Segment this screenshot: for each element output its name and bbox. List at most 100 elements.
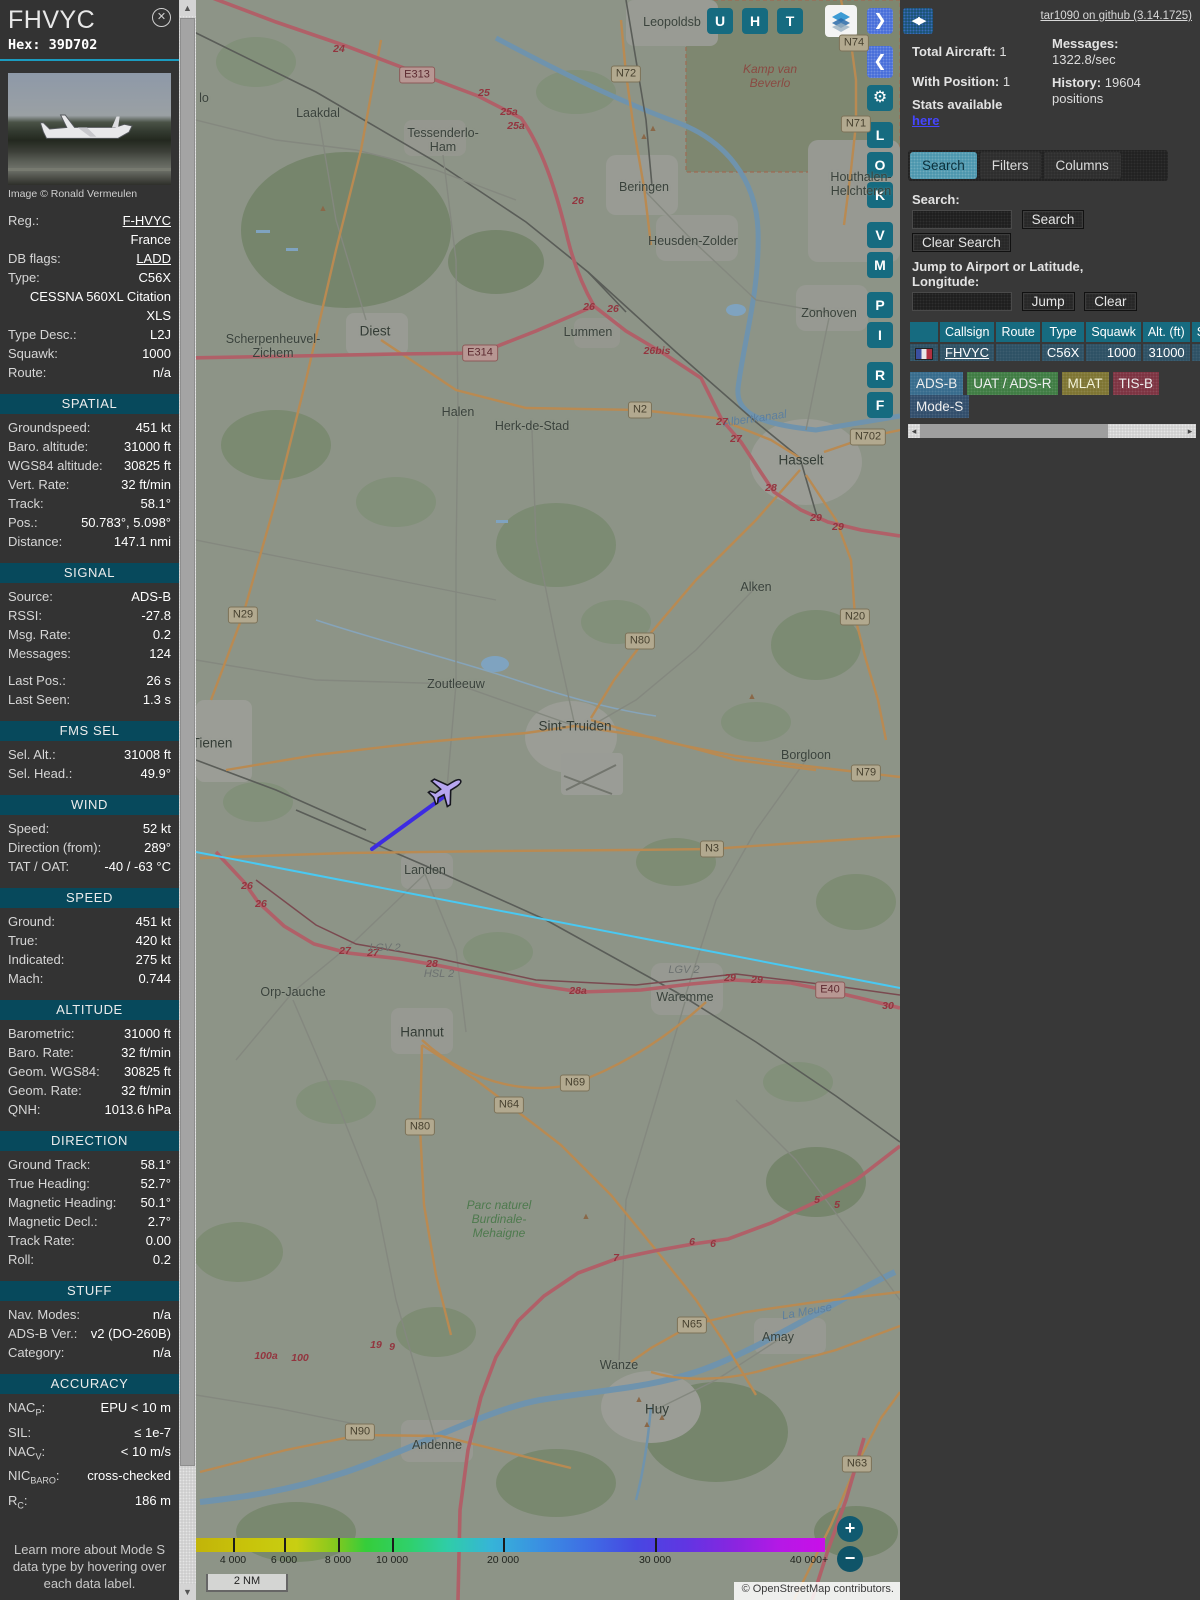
map-button-I[interactable]: I <box>867 322 893 348</box>
data-value: 31008 ft <box>124 747 171 762</box>
data-value: cross-checked <box>87 1468 171 1484</box>
data-row: Source: ADS-B <box>8 587 171 606</box>
column-header-flag[interactable] <box>910 322 938 342</box>
legend-tick <box>338 1538 340 1552</box>
data-label: NACP: <box>8 1400 46 1418</box>
filter-chip-tisb[interactable]: TIS-B <box>1112 372 1160 395</box>
data-row: Track: 58.1° <box>8 494 171 513</box>
aircraft-photo[interactable] <box>8 73 171 185</box>
stats-here-link[interactable]: here <box>912 113 939 128</box>
map-button-L[interactable]: L <box>867 122 893 148</box>
data-value: 58.1° <box>140 1157 171 1172</box>
map-button-K[interactable]: K <box>867 182 893 208</box>
hscroll-thumb[interactable] <box>920 424 1108 438</box>
data-label: NACV: <box>8 1443 46 1462</box>
total-aircraft: Total Aircraft: 1 <box>912 44 1007 59</box>
data-label: Indicated: <box>8 952 65 967</box>
data-row: Last Seen: 1.3 s <box>8 690 171 709</box>
data-row: NACP: EPU < 10 m <box>8 1398 171 1423</box>
column-header-Type[interactable]: Type <box>1041 322 1085 342</box>
data-label: Pos.: <box>8 515 38 530</box>
map-button-V[interactable]: V <box>867 222 893 248</box>
data-label: Geom. Rate: <box>8 1083 82 1098</box>
zoom-out-button[interactable]: − <box>837 1546 863 1572</box>
stats-available: Stats available here <box>912 97 1003 128</box>
section-header-signal: SIGNAL <box>0 563 179 583</box>
close-icon[interactable]: ✕ <box>152 8 171 27</box>
filter-chip-uat[interactable]: UAT / ADS-R <box>967 372 1058 395</box>
map-button-U[interactable]: U <box>707 8 733 34</box>
data-label: True: <box>8 933 38 948</box>
tab-filters[interactable]: Filters <box>979 152 1041 179</box>
data-value-link[interactable]: F-HVYC <box>45 211 171 230</box>
data-label: Last Seen: <box>8 692 71 707</box>
data-label: RC: <box>8 1492 28 1511</box>
sidebar-scrollbar[interactable]: ▲ ▼ <box>179 0 196 1600</box>
gear-icon[interactable]: ⚙ <box>867 85 893 111</box>
map-button-O[interactable]: O <box>867 152 893 178</box>
zoom-in-button[interactable]: + <box>837 1516 863 1542</box>
scroll-up-icon[interactable]: ▲ <box>179 0 196 16</box>
column-header-Route[interactable]: Route <box>996 322 1040 342</box>
tab-columns[interactable]: Columns <box>1043 152 1121 179</box>
column-header-Callsign[interactable]: Callsign <box>940 322 995 342</box>
osm-attribution[interactable]: © OpenStreetMap contributors. <box>733 1582 900 1600</box>
jump-input[interactable] <box>912 292 1012 311</box>
column-header-Alt. (ft)[interactable]: Alt. (ft) <box>1142 322 1190 342</box>
data-label: NICBARO: <box>8 1468 60 1486</box>
callsign-cell[interactable]: FHVYC <box>940 344 995 361</box>
panel-width-toggle-icon[interactable]: ◀▶ <box>903 8 933 34</box>
search-input[interactable] <box>912 210 1012 229</box>
filter-chip-modes[interactable]: Mode-S <box>910 395 970 418</box>
map-button-T[interactable]: T <box>777 8 803 34</box>
table-horizontal-scrollbar[interactable]: ◂ ▸ <box>908 424 1196 438</box>
data-row: WGS84 altitude: 30825 ft <box>8 456 171 475</box>
map-button-R[interactable]: R <box>867 362 893 388</box>
expand-panel-icon[interactable]: ❯ <box>867 8 893 34</box>
data-value: 58.1° <box>140 496 171 511</box>
data-value: 0.2 <box>152 1252 171 1267</box>
collapse-sidebar-icon[interactable]: ❮ <box>867 46 893 78</box>
data-label: ADS-B Ver.: <box>8 1326 78 1341</box>
section-header-stuff: STUFF <box>0 1281 179 1301</box>
map-canvas[interactable]: UHT ❯ ❮ ⚙ LOKVMPIRF + − Leopoldsb lo Kamp … <box>196 0 900 1600</box>
data-value: 50.1° <box>140 1195 171 1210</box>
table-row[interactable]: FHVYC C56X 1000 31000 <box>910 344 1200 361</box>
map-button-F[interactable]: F <box>867 392 893 418</box>
search-button[interactable]: Search <box>1021 210 1085 229</box>
data-label: Magnetic Heading: <box>8 1195 117 1210</box>
data-label: Magnetic Decl.: <box>8 1214 98 1229</box>
scroll-down-icon[interactable]: ▼ <box>179 1584 196 1600</box>
sidebar-scrollbar-thumb[interactable] <box>180 18 195 1466</box>
history-positions: History: 19604 positions <box>1052 75 1141 106</box>
data-value: 31000 ft <box>124 439 171 454</box>
jump-clear-button[interactable]: Clear <box>1084 292 1137 311</box>
data-label: Sel. Alt.: <box>8 747 56 762</box>
filter-chip-adsb[interactable]: ADS-B <box>910 372 964 395</box>
scroll-left-icon[interactable]: ◂ <box>908 424 920 438</box>
data-value-link[interactable]: LADD <box>67 249 171 268</box>
map-button-H[interactable]: H <box>742 8 768 34</box>
github-link[interactable]: tar1090 on github (3.14.1725) <box>1040 10 1192 22</box>
search-area: Search: Search Clear Search Jump to Airp… <box>912 192 1192 311</box>
data-row: SIL: ≤ 1e-7 <box>8 1423 171 1442</box>
map-base-graphics <box>196 0 900 1600</box>
section-rows: Speed: 52 kt Direction (from): 289° TAT / OA… <box>0 819 179 876</box>
map-button-P[interactable]: P <box>867 292 893 318</box>
data-value: 451 kt <box>135 420 171 435</box>
data-row: QNH: 1013.6 hPa <box>8 1100 171 1119</box>
data-value: 451 kt <box>135 914 171 929</box>
column-header-Spd.[interactable]: Spd. <box>1191 322 1200 342</box>
data-value: 50.783°, 5.098° <box>81 515 171 530</box>
section-rows: Ground Track: 58.1° True Heading: 52.7° Magn… <box>0 1155 179 1269</box>
map-button-M[interactable]: M <box>867 252 893 278</box>
jump-button[interactable]: Jump <box>1021 292 1075 311</box>
data-row: RSSI: -27.8 <box>8 606 171 625</box>
data-label: Baro. altitude: <box>8 439 89 454</box>
scroll-right-icon[interactable]: ▸ <box>1184 424 1196 438</box>
filter-chip-mlat[interactable]: MLAT <box>1061 372 1109 395</box>
column-header-Squawk[interactable]: Squawk <box>1086 322 1141 342</box>
layers-icon[interactable] <box>825 5 857 37</box>
tab-search[interactable]: Search <box>910 152 977 179</box>
clear-search-button[interactable]: Clear Search <box>912 233 1011 252</box>
